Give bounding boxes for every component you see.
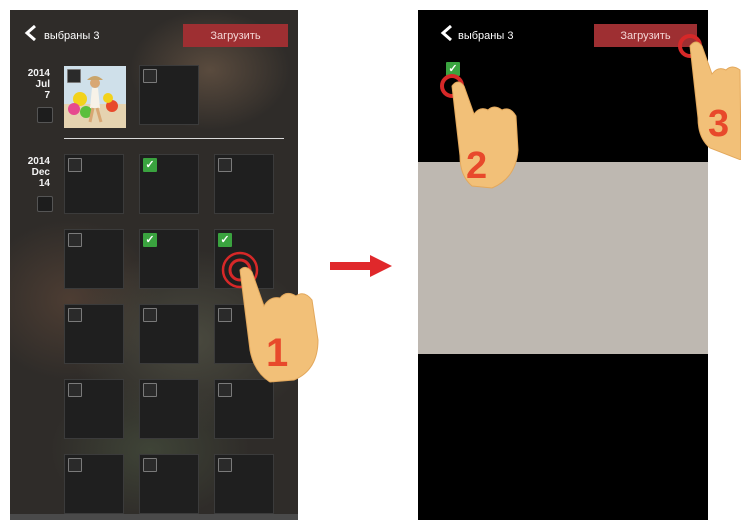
step-number: 1 — [266, 331, 288, 375]
photo-checkbox[interactable] — [68, 383, 82, 397]
photo-checkbox[interactable] — [68, 458, 82, 472]
photo-checkbox[interactable] — [143, 383, 157, 397]
photo-checkbox[interactable] — [218, 158, 232, 172]
top-bar: выбраны 3 Загрузить — [10, 10, 298, 62]
photo-cell[interactable] — [64, 379, 124, 439]
photo-cell[interactable] — [214, 454, 274, 514]
transition-arrow-icon — [330, 255, 392, 277]
bottom-edge — [10, 514, 298, 520]
photo-checkbox[interactable] — [68, 233, 82, 247]
photo-cell[interactable] — [139, 304, 199, 364]
date-year: 2014 — [27, 68, 50, 79]
photo-cell[interactable] — [64, 229, 124, 289]
date-year: 2014 — [27, 156, 50, 167]
date-day: 7 — [44, 90, 50, 101]
photo-checkbox-checked[interactable]: ✓ — [143, 233, 157, 247]
upload-button[interactable]: Загрузить — [183, 24, 288, 47]
photo-cell[interactable] — [64, 454, 124, 514]
date-day: 14 — [38, 178, 50, 189]
photo-checkbox[interactable] — [67, 69, 81, 83]
photo-checkbox[interactable] — [68, 158, 82, 172]
date-month: Jul — [35, 79, 50, 90]
tap-hand-step-2: 2 — [440, 74, 519, 189]
date-group-dec: 2014 Dec 14 — [10, 156, 50, 189]
back-chevron-icon[interactable] — [440, 25, 454, 41]
photo-cell[interactable]: ✓ — [139, 154, 199, 214]
tap-hand-step-1: 1 — [221, 251, 319, 383]
photo-checkbox[interactable] — [68, 308, 82, 322]
selected-count-label: выбраны 3 — [458, 30, 514, 42]
group-select-checkbox[interactable] — [37, 107, 53, 123]
photo-cell[interactable] — [139, 65, 199, 125]
group-divider — [64, 138, 284, 139]
photo-cell[interactable] — [139, 454, 199, 514]
top-bar: выбраны 3 Загрузить — [418, 10, 708, 62]
photo-thumbnail[interactable] — [64, 66, 126, 128]
photo-checkbox-checked[interactable]: ✓ — [143, 158, 157, 172]
step-number: 2 — [466, 145, 487, 187]
date-month: Dec — [31, 167, 50, 178]
back-chevron-icon[interactable] — [24, 25, 38, 41]
photo-checkbox[interactable] — [143, 69, 157, 83]
photo-checkbox[interactable] — [143, 458, 157, 472]
photo-checkbox[interactable] — [218, 458, 232, 472]
photo-cell[interactable] — [214, 154, 274, 214]
photo-checkbox[interactable] — [143, 308, 157, 322]
date-group-jul: 2014 Jul 7 — [10, 68, 50, 101]
photo-cell[interactable]: ✓ — [139, 229, 199, 289]
photo-cell[interactable] — [139, 379, 199, 439]
group-select-checkbox[interactable] — [37, 196, 53, 212]
tap-hand-step-3: 3 — [678, 34, 741, 160]
step-number: 3 — [708, 103, 729, 145]
photo-cell[interactable] — [64, 154, 124, 214]
selected-count-label: выбраны 3 — [44, 30, 100, 42]
photo-cell[interactable] — [64, 304, 124, 364]
